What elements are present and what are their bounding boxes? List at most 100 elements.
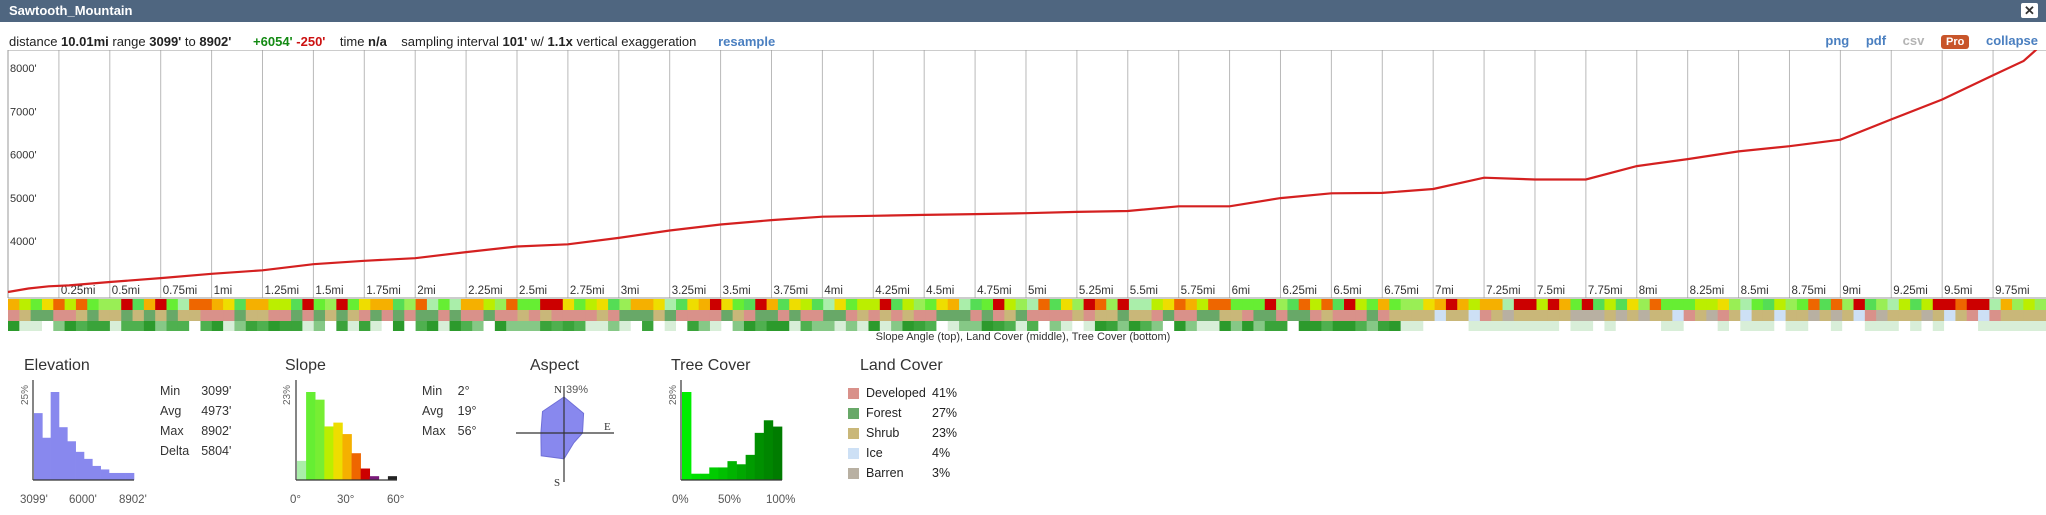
slope-strip-cell: [75, 299, 88, 310]
png-export-link[interactable]: png: [1825, 33, 1849, 48]
landcover-strip-cell: [1004, 310, 1017, 321]
treecover-strip-cell: [177, 321, 190, 331]
slope-strip-cell: [1185, 299, 1198, 310]
pro-badge[interactable]: Pro: [1941, 35, 1970, 49]
legend-name: Barren: [866, 466, 904, 480]
slope-strip-cell: [1581, 299, 1594, 310]
elevation-x-min: 3099': [20, 494, 48, 506]
slope-strip-cell: [630, 299, 643, 310]
treecover-strip-cell: [1762, 321, 1775, 331]
landcover-strip-cell: [1921, 310, 1934, 321]
treecover-strip-cell: [1898, 321, 1911, 331]
slope-strip-cell: [87, 299, 100, 310]
landcover-strip-cell: [1389, 310, 1402, 321]
landcover-strip-cell: [1049, 310, 1062, 321]
tree-cover-hist-bar: [745, 454, 756, 480]
slope-strip-cell: [211, 299, 224, 310]
slope-strip-cell: [1898, 299, 1911, 310]
landcover-strip-cell: [200, 310, 213, 321]
landcover-strip-cell: [1796, 310, 1809, 321]
slope-strip-cell: [1208, 299, 1220, 310]
slope-strip-cell: [30, 299, 43, 310]
slope-strip-cell: [109, 299, 122, 310]
elevation-hist-bar: [67, 441, 76, 480]
landcover-strip-cell: [936, 310, 949, 321]
treecover-strip-cell: [404, 321, 417, 331]
slope-strip-cell: [1978, 299, 1990, 310]
treecover-strip-cell: [279, 321, 292, 331]
pdf-export-link[interactable]: pdf: [1866, 33, 1886, 48]
time-value: n/a: [368, 34, 387, 49]
range-label: range: [112, 34, 146, 49]
landcover-strip-cell: [1038, 310, 1051, 321]
x-tick-label: 9.25mi: [1893, 285, 1928, 297]
x-tick-label: 5.5mi: [1130, 285, 1158, 297]
slope-strip-cell: [1706, 299, 1719, 310]
landcover-strip-cell: [1479, 310, 1492, 321]
treecover-strip-cell: [1944, 321, 1956, 331]
landcover-strip-cell: [981, 310, 994, 321]
treecover-strip-cell: [121, 321, 134, 331]
collapse-link[interactable]: collapse: [1986, 33, 2038, 48]
x-tick-label: 1.75mi: [366, 285, 401, 297]
slope-hist-bar: [342, 434, 352, 480]
landcover-strip-cell: [834, 310, 847, 321]
slope-strip-cell: [1445, 299, 1458, 310]
landcover-strip-cell: [1072, 310, 1085, 321]
treecover-strip-cell: [1072, 321, 1085, 331]
landcover-strip-cell: [1785, 310, 1798, 321]
treecover-strip-cell: [1955, 321, 1968, 331]
slope-strip-cell: [506, 299, 518, 310]
legend-item-ice: Ice 4%: [848, 443, 957, 463]
treecover-strip-cell: [574, 321, 586, 331]
treecover-strip-cell: [1094, 321, 1107, 331]
treecover-strip-cell: [483, 321, 496, 331]
slope-strip-cell: [1547, 299, 1560, 310]
landcover-strip-cell: [1910, 310, 1922, 321]
slope-strip-cell: [1864, 299, 1877, 310]
close-button[interactable]: ✕: [2021, 3, 2038, 18]
slope-strip-cell: [8, 299, 20, 310]
treecover-strip-cell: [234, 321, 247, 331]
treecover-strip-cell: [2000, 321, 2013, 331]
treecover-strip-cell: [1140, 321, 1153, 331]
slope-strip-cell: [1536, 299, 1549, 310]
slope-strip-cell: [653, 299, 666, 310]
treecover-strip-cell: [913, 321, 926, 331]
treecover-strip-cell: [608, 321, 620, 331]
slope-strip-cell: [1627, 299, 1639, 310]
slope-strip-cell: [1377, 299, 1390, 310]
y-tick-label: 7000': [10, 106, 37, 118]
range-min: 3099': [149, 34, 182, 49]
slope-strip-cell: [1128, 299, 1141, 310]
slope-strip-cell: [721, 299, 734, 310]
treecover-strip-cell: [551, 321, 564, 331]
landcover-strip-cell: [1536, 310, 1549, 321]
slope-strip-cell: [1513, 299, 1526, 310]
slope-strip-cell: [1830, 299, 1843, 310]
slope-strip-cell: [1819, 299, 1832, 310]
landcover-strip-cell: [358, 310, 371, 321]
resample-link[interactable]: resample: [718, 34, 775, 49]
treecover-strip-cell: [1264, 321, 1277, 331]
treecover-strip-cell: [268, 321, 281, 331]
x-tick-label: 0.75mi: [163, 285, 198, 297]
slope-strip-cell: [1785, 299, 1798, 310]
elevation-hist-bar: [42, 437, 51, 480]
landcover-strip-cell: [857, 310, 869, 321]
landcover-strip-cell: [41, 310, 54, 321]
x-tick-label: 7mi: [1435, 285, 1454, 297]
landcover-strip-cell: [53, 310, 66, 321]
slope-strip-cell: [415, 299, 428, 310]
shrub-swatch: [848, 427, 859, 439]
treecover-strip-cell: [857, 321, 869, 331]
landcover-strip-cell: [268, 310, 281, 321]
treecover-strip-cell: [1774, 321, 1787, 331]
csv-export-link[interactable]: csv: [1903, 33, 1925, 48]
slope-strip-cell: [608, 299, 620, 310]
slope-strip-cell: [1344, 299, 1356, 310]
treecover-strip-cell: [1581, 321, 1594, 331]
tree-cover-hist-bar: [682, 392, 692, 480]
tree-x-max: 100%: [766, 494, 796, 506]
landcover-strip-cell: [1887, 310, 1900, 321]
